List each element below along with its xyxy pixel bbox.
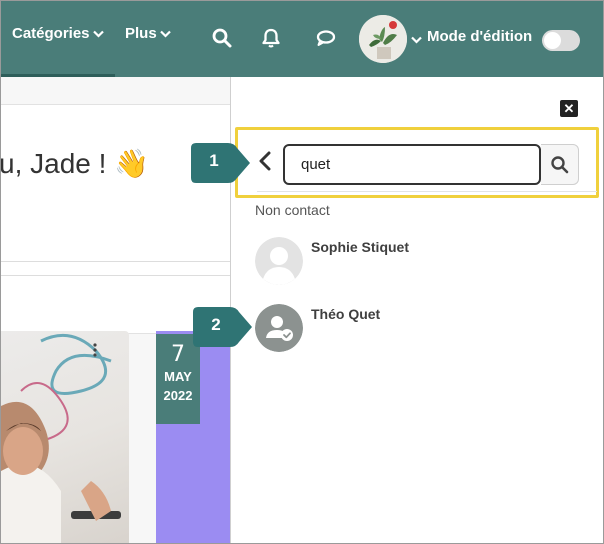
divider (1, 275, 230, 276)
divider (257, 191, 597, 192)
chevron-down-icon (159, 30, 171, 38)
contact-item[interactable]: Sophie Stiquet (255, 237, 595, 287)
default-user-icon (255, 237, 303, 285)
search-button[interactable] (541, 144, 579, 185)
contact-name: Sophie Stiquet (311, 239, 409, 255)
nav-menu-categories[interactable]: Catégories (12, 25, 104, 42)
divider (1, 261, 230, 262)
event-year: 2022 (163, 388, 193, 403)
event-month: MAY (164, 369, 192, 384)
edit-mode-toggle[interactable] (542, 30, 580, 51)
screenshot-frame: Catégories Plus Mode d'édition u, Jade !… (0, 0, 604, 544)
callout-number: 1 (209, 151, 219, 170)
course-photo-illustration (1, 333, 121, 543)
search-input[interactable] (283, 144, 541, 185)
chevron-down-icon[interactable] (411, 36, 422, 44)
avatar-plant-picture (359, 15, 407, 63)
welcome-card (1, 104, 230, 334)
toggle-knob (544, 32, 561, 49)
close-icon[interactable]: ✕ (560, 100, 578, 117)
callout-number: 2 (211, 315, 221, 334)
user-avatar[interactable] (359, 15, 407, 63)
search-icon[interactable] (211, 27, 233, 49)
chevron-down-icon (92, 30, 104, 38)
section-label: Non contact (255, 202, 330, 218)
top-navbar: Catégories Plus Mode d'édition (1, 1, 603, 77)
search-icon (551, 156, 569, 174)
contact-name: Théo Quet (311, 306, 381, 322)
welcome-greeting: u, Jade ! 👋 (0, 148, 150, 179)
message-icon[interactable] (315, 27, 337, 49)
nav-menu-more-label: Plus (125, 25, 157, 42)
user-check-icon (255, 304, 303, 352)
contact-item[interactable]: Théo Quet (255, 304, 595, 354)
bell-icon[interactable] (260, 27, 282, 49)
nav-menu-categories-label: Catégories (12, 25, 90, 42)
edit-mode-label: Mode d'édition (427, 28, 533, 45)
chevron-left-icon[interactable] (257, 151, 273, 171)
nav-menu-more[interactable]: Plus (125, 25, 171, 42)
course-image[interactable] (1, 331, 129, 543)
